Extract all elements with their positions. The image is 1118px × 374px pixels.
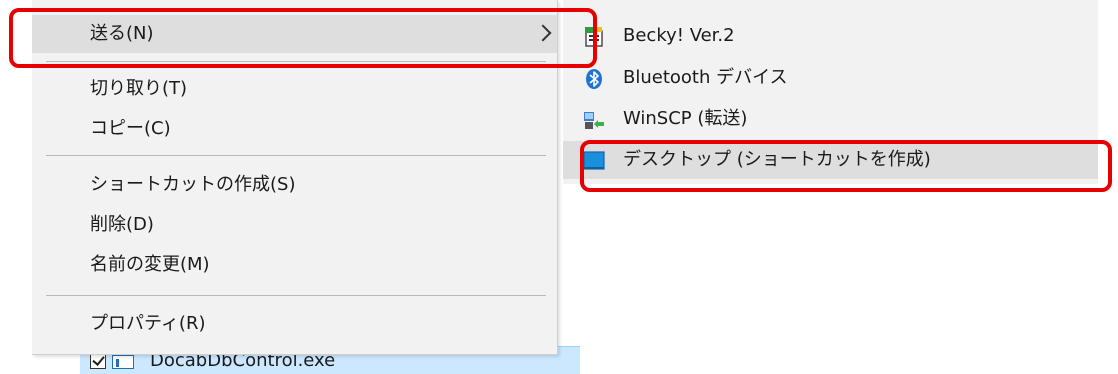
bluetooth-icon — [586, 69, 602, 89]
menu-item-properties[interactable]: プロパティ(R) — [32, 305, 557, 343]
menu-item-label: 送る(N) — [90, 23, 154, 44]
menu-item-delete[interactable]: 削除(D) — [32, 206, 557, 244]
menu-item-label: 切り取り(T) — [90, 78, 188, 99]
winscp-icon — [584, 112, 604, 129]
menu-item-label: 名前の変更(M) — [90, 254, 210, 275]
submenu-item-label: Bluetooth デバイス — [623, 67, 788, 88]
submenu-item-label: Becky! Ver.2 — [623, 25, 735, 46]
screen: DocabDbControl.exe 送る(N) 切り取り(T) コピー(C) … — [0, 0, 1118, 374]
submenu-item-desktop[interactable]: デスクトップ (ショートカットを作成) — [563, 141, 1098, 179]
submenu-item-becky[interactable]: Becky! Ver.2 — [563, 17, 1098, 55]
menu-item-cut[interactable]: 切り取り(T) — [32, 70, 557, 108]
menu-item-rename[interactable]: 名前の変更(M) — [32, 246, 557, 284]
menu-separator — [46, 155, 546, 156]
menu-item-label: プロパティ(R) — [90, 313, 206, 334]
submenu-item-label: デスクトップ (ショートカットを作成) — [623, 149, 931, 170]
menu-item-send-to[interactable]: 送る(N) — [32, 15, 557, 53]
chevron-right-icon — [534, 24, 552, 42]
context-menu: 送る(N) 切り取り(T) コピー(C) ショートカットの作成(S) 削除(D)… — [32, 0, 558, 355]
menu-item-create-shortcut[interactable]: ショートカットの作成(S) — [32, 166, 557, 204]
menu-separator — [46, 61, 546, 62]
menu-separator — [46, 295, 546, 296]
menu-item-label: コピー(C) — [90, 118, 171, 139]
submenu-item-winscp[interactable]: WinSCP (転送) — [563, 100, 1098, 138]
submenu-item-bluetooth[interactable]: Bluetooth デバイス — [563, 59, 1098, 97]
menu-item-label: ショートカットの作成(S) — [90, 174, 296, 195]
submenu-item-label: WinSCP (転送) — [623, 108, 748, 129]
file-checkbox[interactable] — [90, 353, 106, 369]
send-to-submenu: Becky! Ver.2 Bluetooth デバイス WinSCP (転送) — [563, 0, 1098, 184]
desktop-icon — [583, 151, 605, 170]
menu-item-label: 削除(D) — [90, 214, 154, 235]
becky-icon — [585, 27, 603, 47]
menu-item-copy[interactable]: コピー(C) — [32, 110, 557, 148]
